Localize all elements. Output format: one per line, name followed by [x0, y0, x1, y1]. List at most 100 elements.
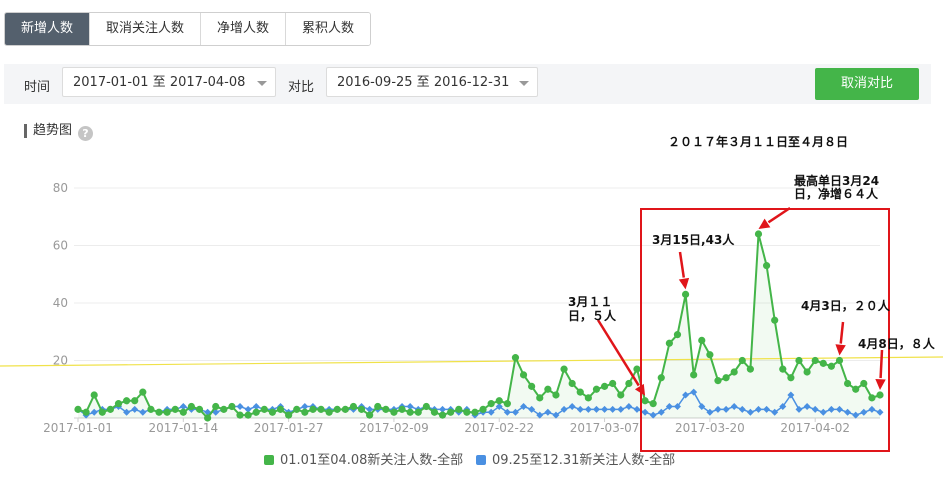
series1-point — [139, 388, 147, 396]
annotation-mar11-line1: 3月１１ — [568, 295, 612, 309]
series1-point — [706, 351, 714, 359]
arrow-head — [678, 277, 690, 290]
series1-point — [349, 402, 358, 411]
series1-point — [576, 388, 584, 396]
series1-point — [276, 405, 285, 413]
arrow-head — [835, 344, 846, 356]
series1-point — [690, 371, 698, 379]
annotation-peak-line2: 日，净增６４人 — [794, 186, 879, 201]
series1-point — [528, 382, 536, 390]
series1-point — [422, 402, 430, 411]
x-tick-label: 2017-03-07 — [570, 421, 640, 435]
annotation-range-title: ２０１７年３月１１日至４月８日 — [668, 134, 848, 149]
arrow-shaft — [839, 321, 845, 344]
series1-point — [876, 391, 884, 399]
series1-point — [698, 336, 706, 344]
series1-point — [536, 394, 544, 402]
series1-point — [479, 405, 487, 413]
annotation-apr3: 4月3日，２０人 — [801, 298, 891, 313]
series1-point — [787, 374, 795, 382]
series1-point — [195, 405, 204, 413]
series1-point — [568, 379, 576, 388]
series1-point — [382, 405, 390, 413]
y-tick-label: 40 — [53, 296, 68, 310]
series1-point — [827, 362, 835, 370]
series1-point — [754, 230, 763, 238]
x-tick-label: 2017-04-02 — [780, 421, 850, 435]
series1-point — [438, 411, 447, 419]
series1-point — [260, 405, 268, 413]
series1-point — [285, 411, 293, 419]
series1-point — [649, 400, 657, 408]
x-tick-label: 2017-01-14 — [148, 421, 218, 435]
series1-point — [503, 400, 511, 408]
series1-point — [163, 408, 171, 416]
series1-point — [771, 316, 779, 324]
legend-swatch-blue — [476, 455, 486, 465]
series1-point — [463, 408, 471, 416]
legend-series1[interactable]: 01.01至04.08新关注人数-全部 — [264, 449, 463, 468]
series1-point — [293, 405, 301, 413]
series1-point — [301, 408, 309, 416]
x-tick-label: 2017-01-27 — [254, 421, 324, 435]
series1-point — [333, 405, 341, 413]
series1-point — [447, 408, 455, 416]
series1-point — [843, 379, 852, 388]
series1-point — [309, 405, 317, 413]
series1-point — [398, 405, 406, 413]
series1-point — [779, 365, 787, 373]
series1-point — [155, 408, 163, 416]
series1-point — [179, 408, 187, 416]
series1-point — [600, 382, 609, 390]
y-tick-label: 60 — [53, 239, 68, 253]
series1-point — [325, 408, 333, 416]
annotation-apr8: 4月8日，８人 — [858, 336, 936, 351]
x-tick-label: 2017-02-09 — [359, 421, 429, 435]
series1-point — [252, 408, 260, 416]
x-tick-label: 2017-01-01 — [43, 421, 113, 435]
series1-point — [374, 402, 382, 411]
series1-point — [228, 402, 236, 411]
series1-point — [487, 400, 495, 408]
series1-point — [147, 405, 155, 413]
series1-point — [552, 391, 560, 399]
arrow-head — [875, 378, 886, 390]
y-axis: 20406080 — [53, 181, 68, 368]
series1-point — [762, 262, 771, 270]
series1-point — [544, 385, 552, 393]
series1-area — [78, 234, 880, 418]
legend-series2[interactable]: 09.25至12.31新关注人数-全部 — [476, 449, 675, 468]
series1-point — [673, 331, 682, 339]
series1-point — [74, 405, 82, 413]
series1-point — [82, 408, 90, 416]
series1-point — [204, 414, 212, 422]
series1-point — [171, 405, 179, 413]
series1-point — [406, 408, 414, 416]
series1-point — [730, 368, 738, 376]
legend-series2-label: 09.25至12.31新关注人数-全部 — [492, 453, 676, 468]
series1-point — [212, 402, 220, 411]
series1-point — [123, 397, 131, 405]
series1-point — [633, 365, 641, 373]
series1-point — [90, 391, 98, 399]
series1-point — [609, 379, 617, 388]
series1-point — [357, 405, 366, 413]
series1-point — [414, 408, 422, 416]
series1-point — [131, 397, 139, 405]
series1-point — [738, 356, 746, 365]
x-tick-label: 2017-02-22 — [464, 421, 534, 435]
series1-point — [665, 339, 673, 347]
series1-point — [584, 394, 592, 402]
series1-point — [811, 356, 819, 365]
x-tick-label: 2017-03-20 — [675, 421, 745, 435]
annotation-mar11-line2: 日，５人 — [568, 308, 617, 323]
series1-point — [366, 411, 374, 419]
series1-point — [430, 408, 439, 416]
series1-point — [106, 405, 115, 413]
series1-point — [511, 354, 520, 362]
series1-point — [114, 400, 123, 408]
series1-point — [860, 379, 868, 388]
series1-point — [681, 290, 690, 298]
series1-point — [803, 368, 811, 376]
series2-point — [236, 403, 244, 410]
